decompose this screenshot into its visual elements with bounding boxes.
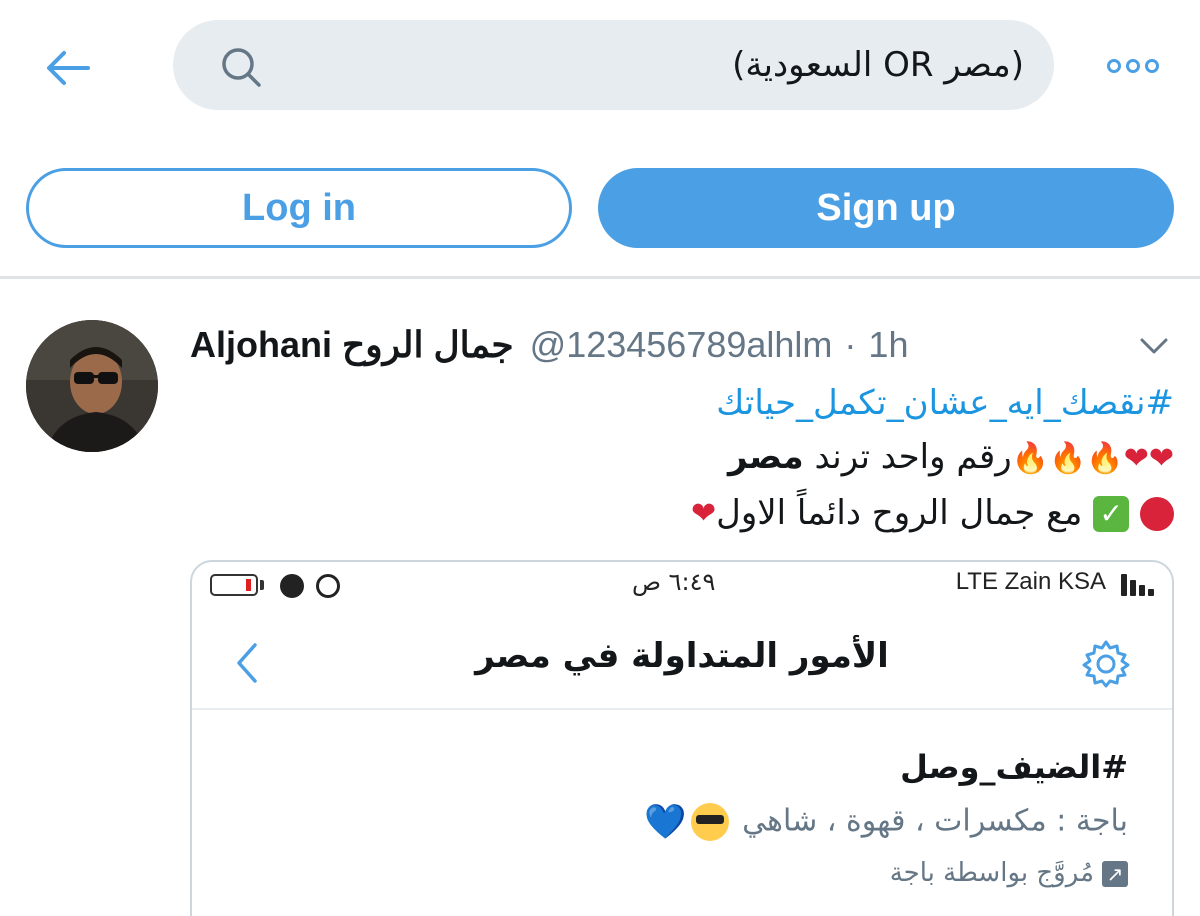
tweet-header: Aljohani جمال الروح @123456789alhlm · 1h bbox=[190, 320, 908, 370]
signup-button[interactable]: Sign up bbox=[598, 168, 1174, 248]
tweet-line-1-bold: مصر bbox=[727, 437, 804, 477]
battery-icon bbox=[210, 574, 258, 596]
promoted-label: ↗ مُروَّج بواسطة باجة bbox=[890, 858, 1128, 888]
heart-icon: ❤ bbox=[1123, 440, 1149, 476]
tweet-line-2-text: مع جمال الروح دائماً الاول bbox=[716, 492, 1083, 533]
more-options-button[interactable] bbox=[1100, 46, 1166, 86]
trends-title: الأمور المتداولة في مصر bbox=[475, 636, 889, 676]
fire-icon: 🔥 bbox=[1086, 440, 1124, 476]
separator: · bbox=[844, 324, 857, 365]
trend-description: باجة : مكسرات ، قهوة ، شاهي 💙 bbox=[644, 802, 1128, 842]
top-bar: (مصر OR السعودية) bbox=[0, 0, 1200, 135]
tweet-media-image[interactable]: ٦:٤٩ ص LTE Zain KSA الأمور المتداولة في … bbox=[190, 560, 1174, 916]
heart-icon: ❤ bbox=[1148, 440, 1174, 476]
tweet-line-2: ✓ مع جمال الروح دائماً الاول❤ bbox=[190, 486, 1174, 542]
rotation-lock-icon bbox=[316, 574, 340, 598]
promoted-text: مُروَّج بواسطة باجة bbox=[889, 858, 1094, 888]
search-icon bbox=[222, 48, 261, 87]
phone-status-bar: ٦:٤٩ ص LTE Zain KSA bbox=[192, 562, 1172, 608]
avatar-photo bbox=[26, 320, 158, 452]
trend-hashtag: #الضيف_وصل bbox=[900, 748, 1128, 786]
signal-icon bbox=[1121, 574, 1154, 596]
handle[interactable]: @123456789alhlm bbox=[530, 324, 833, 366]
hashtag-link[interactable]: #نقصك_ايه_عشان_تكمل_حياتك bbox=[190, 376, 1174, 430]
blue-heart-icon: 💙 bbox=[644, 802, 687, 842]
fire-icon: 🔥 bbox=[1011, 440, 1049, 476]
sunglasses-emoji-icon bbox=[690, 803, 729, 841]
tweet-text: #نقصك_ايه_عشان_تكمل_حياتك ❤❤🔥🔥🔥رقم واحد … bbox=[190, 376, 1174, 541]
gear-icon bbox=[1082, 640, 1130, 688]
back-button[interactable] bbox=[40, 40, 96, 96]
more-dot-icon bbox=[1145, 59, 1159, 73]
alarm-icon bbox=[280, 574, 304, 598]
heart-icon: ❤ bbox=[691, 496, 717, 531]
search-input[interactable]: (مصر OR السعودية) bbox=[173, 20, 1054, 110]
red-circle-icon bbox=[1140, 497, 1174, 531]
more-dot-icon bbox=[1107, 59, 1121, 73]
display-name[interactable]: Aljohani جمال الروح bbox=[190, 324, 514, 366]
chevron-down-icon bbox=[1140, 338, 1168, 354]
fire-icon: 🔥 bbox=[1049, 440, 1087, 476]
tweet-line-1: ❤❤🔥🔥🔥رقم واحد ترند مصر bbox=[190, 430, 1174, 486]
divider bbox=[0, 276, 1200, 279]
more-dot-icon bbox=[1126, 59, 1140, 73]
battery-tip bbox=[260, 580, 264, 590]
trend-desc-text: باجة : مكسرات ، قهوة ، شاهي bbox=[742, 803, 1128, 839]
trends-nav-bar: الأمور المتداولة في مصر bbox=[192, 618, 1172, 710]
search-query: (مصر OR السعودية) bbox=[732, 45, 1024, 85]
arrow-left-icon bbox=[47, 51, 90, 85]
tweet-menu-button[interactable] bbox=[1132, 326, 1176, 366]
check-mark-icon: ✓ bbox=[1093, 496, 1130, 532]
carrier-label: LTE Zain KSA bbox=[955, 568, 1106, 595]
promoted-icon: ↗ bbox=[1102, 860, 1128, 887]
tweet-line-1-text: رقم واحد ترند bbox=[803, 437, 1012, 477]
login-button[interactable]: Log in bbox=[26, 168, 572, 248]
status-time: ٦:٤٩ ص bbox=[632, 568, 716, 596]
timestamp[interactable]: 1h bbox=[868, 324, 908, 366]
avatar[interactable] bbox=[26, 320, 158, 452]
